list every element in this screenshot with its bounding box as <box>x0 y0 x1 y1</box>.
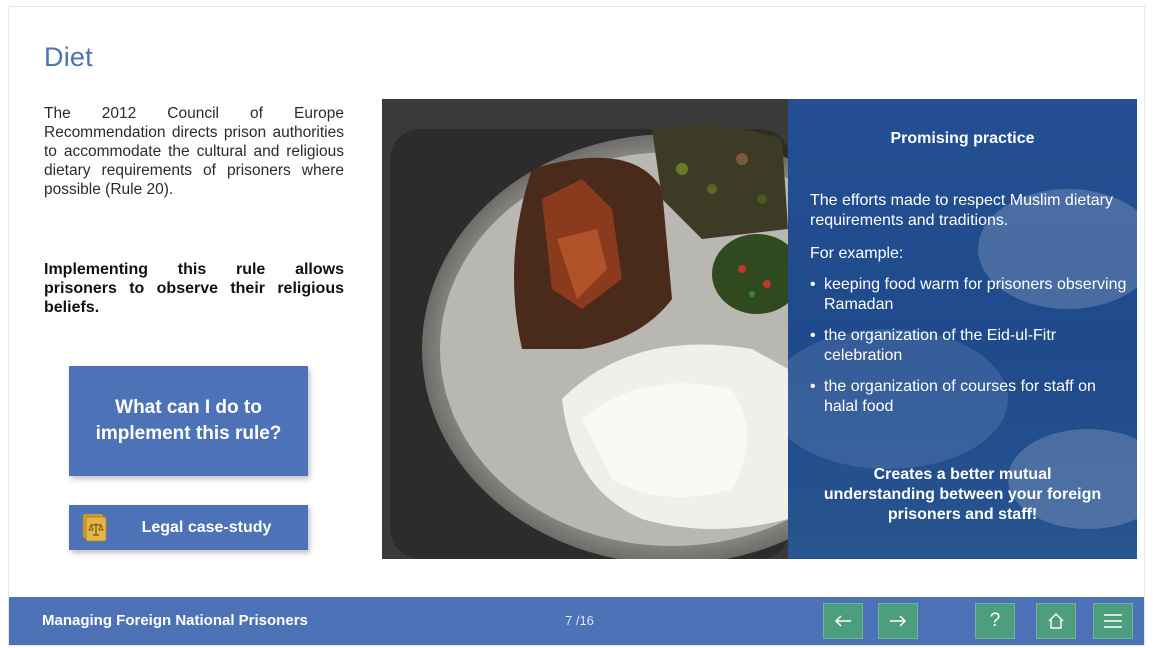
legal-case-study-button[interactable]: Legal case-study <box>69 505 308 550</box>
list-item: keeping food warm for prisoners observin… <box>810 275 1128 315</box>
page-title: Diet <box>44 42 93 72</box>
panel-description: The efforts made to respect Muslim dieta… <box>810 192 1113 229</box>
arrow-right-icon <box>890 615 907 627</box>
panel-example-intro: For example: <box>810 245 904 262</box>
next-button[interactable] <box>878 603 918 639</box>
course-title: Managing Foreign National Prisoners <box>42 612 308 629</box>
arrow-left-icon <box>834 615 851 627</box>
list-item: the organization of courses for staff on… <box>810 377 1128 417</box>
prev-button[interactable] <box>823 603 863 639</box>
question-icon: ? <box>989 610 1001 631</box>
legal-case-study-label: Legal case-study <box>141 518 272 536</box>
menu-button[interactable] <box>1093 603 1133 639</box>
implement-rule-label: What can I do to implement this rule? <box>95 397 282 444</box>
panel-conclusion: Creates a better mutual understanding be… <box>823 466 1102 523</box>
menu-icon <box>1104 614 1122 628</box>
page-indicator: 7 /16 <box>565 613 594 628</box>
promising-practice-panel: Promising practice The efforts made to r… <box>788 99 1137 559</box>
panel-title: Promising practice <box>890 130 1035 147</box>
food-tray-photo <box>382 99 788 559</box>
help-button[interactable]: ? <box>975 603 1015 639</box>
practice-list: keeping food warm for prisoners observin… <box>810 275 1128 428</box>
legal-document-icon <box>69 505 119 550</box>
home-icon <box>1048 613 1064 629</box>
intro-text: The 2012 Council of Europe Recommendatio… <box>44 105 344 198</box>
footer-bar: Managing Foreign National Prisoners 7 /1… <box>9 597 1144 645</box>
list-item: the organization of the Eid-ul-Fitr cele… <box>810 326 1128 366</box>
intro-bold-text: Implementing this rule allows prisoners … <box>44 261 344 316</box>
implement-rule-button[interactable]: What can I do to implement this rule? <box>69 366 308 476</box>
home-button[interactable] <box>1036 603 1076 639</box>
